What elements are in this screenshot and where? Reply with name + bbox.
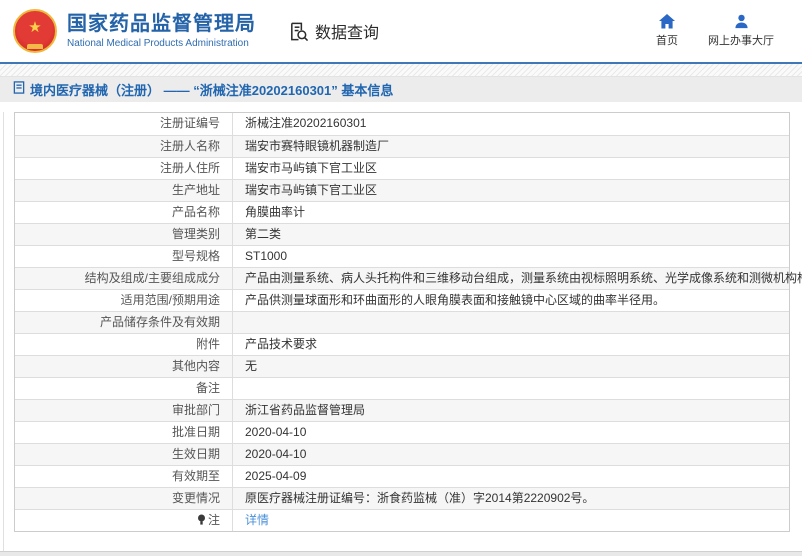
nav-home-label: 首页 (656, 35, 678, 47)
brand-subtitle: National Medical Products Administration (67, 38, 249, 49)
field-value: ST1000 (245, 249, 288, 263)
star-icon: ★ (28, 18, 42, 36)
nav-online-hall[interactable]: 网上办事大厅 (708, 14, 774, 48)
table-row: 备注 (15, 377, 789, 399)
table-row: 生效日期 2020-04-10 (15, 443, 789, 465)
field-value: 2025-04-09 (245, 469, 307, 483)
field-label: 产品名称 (15, 202, 233, 223)
person-icon (734, 14, 749, 29)
table-row: 变更情况 原医疗器械注册证编号：浙食药监械（准）字2014第2220902号。 (15, 487, 789, 509)
data-query-button[interactable]: 数据查询 (288, 19, 379, 43)
top-nav: 首页 网上办事大厅 (656, 14, 774, 48)
field-label: 生效日期 (15, 444, 233, 465)
field-label: 型号规格 (15, 246, 233, 267)
field-value: 瑞安市赛特眼镜机器制造厂 (245, 139, 390, 153)
field-value: 产品供测量球面形和环曲面形的人眼角膜表面和接触镜中心区域的曲率半径用。 (245, 293, 666, 307)
breadcrumb-bar: 境内医疗器械（注册） —— “浙械注准20202160301” 基本信息 (0, 77, 802, 102)
field-label: 管理类别 (15, 224, 233, 245)
field-label: 注册人名称 (15, 136, 233, 157)
document-icon (13, 80, 25, 99)
table-row: 适用范围/预期用途 产品供测量球面形和环曲面形的人眼角膜表面和接触镜中心区域的曲… (15, 289, 789, 311)
field-value: 2020-04-10 (245, 425, 307, 439)
field-value (233, 312, 789, 333)
table-row: 其他内容 无 (15, 355, 789, 377)
table-row: 审批部门 浙江省药品监督管理局 (15, 399, 789, 421)
field-label: 有效期至 (15, 466, 233, 487)
nav-online-hall-label: 网上办事大厅 (708, 35, 774, 47)
data-query-label: 数据查询 (315, 25, 380, 42)
field-label: 注 (15, 510, 233, 531)
table-row: 注册证编号 浙械注准20202160301 (15, 113, 789, 135)
field-label: 其他内容 (15, 356, 233, 377)
field-label: 审批部门 (15, 400, 233, 421)
table-row: 注 详情 (15, 509, 789, 531)
table-row: 有效期至 2025-04-09 (15, 465, 789, 487)
table-row: 批准日期 2020-04-10 (15, 421, 789, 443)
field-label: 生产地址 (15, 180, 233, 201)
table-row: 结构及组成/主要组成成分 产品由测量系统、病人头托构件和三维移动台组成，测量系统… (15, 267, 802, 289)
table-row: 注册人名称 瑞安市赛特眼镜机器制造厂 (15, 135, 789, 157)
note-bulb-icon (197, 512, 206, 533)
field-value: 无 (245, 359, 258, 373)
header-stripe-band (0, 64, 802, 77)
footer-strip (0, 551, 802, 556)
field-label: 注册证编号 (15, 113, 233, 135)
table-row: 生产地址 瑞安市马屿镇下官工业区 (15, 179, 789, 201)
table-row: 附件 产品技术要求 (15, 333, 789, 355)
field-value: 瑞安市马屿镇下官工业区 (245, 183, 378, 197)
field-value: 瑞安市马屿镇下官工业区 (245, 161, 378, 175)
field-value: 原医疗器械注册证编号：浙食药监械（准）字2014第2220902号。 (245, 491, 595, 505)
field-label: 备注 (15, 378, 233, 399)
nav-home[interactable]: 首页 (656, 14, 678, 48)
brand-title: 国家药品监督管理局 (67, 13, 256, 35)
field-value: 浙江省药品监督管理局 (245, 403, 366, 417)
field-label: 批准日期 (15, 422, 233, 443)
field-value: 2020-04-10 (245, 447, 307, 461)
field-value: 第二类 (245, 227, 282, 241)
field-value: 浙械注准20202160301 (245, 116, 367, 130)
details-link[interactable]: 详情 (245, 513, 269, 527)
field-label: 适用范围/预期用途 (15, 290, 233, 311)
field-label-text: 注 (207, 513, 220, 527)
field-value: 产品由测量系统、病人头托构件和三维移动台组成，测量系统由视标照明系统、光学成像系… (245, 271, 802, 285)
table-row: 型号规格 ST1000 (15, 245, 789, 267)
home-icon (659, 14, 675, 29)
table-row: 产品名称 角膜曲率计 (15, 201, 789, 223)
field-value: 角膜曲率计 (245, 205, 306, 219)
table-row: 管理类别 第二类 (15, 223, 789, 245)
site-header: ★ 国家药品监督管理局 National Medical Products Ad… (0, 0, 802, 62)
table-row: 注册人住所 瑞安市马屿镇下官工业区 (15, 157, 789, 179)
field-value (233, 378, 789, 399)
registration-info-table: 注册证编号 浙械注准20202160301 注册人名称 瑞安市赛特眼镜机器制造厂… (14, 112, 802, 532)
field-value: 产品技术要求 (245, 337, 318, 351)
document-search-icon (288, 21, 309, 42)
field-label: 注册人住所 (15, 158, 233, 179)
field-label: 产品储存条件及有效期 (15, 312, 233, 333)
page-content: 注册证编号 浙械注准20202160301 注册人名称 瑞安市赛特眼镜机器制造厂… (3, 112, 802, 556)
table-row: 产品储存条件及有效期 (15, 311, 789, 333)
field-label: 变更情况 (15, 488, 233, 509)
field-value: 详情 (233, 510, 789, 531)
page-title: 境内医疗器械（注册） —— “浙械注准20202160301” 基本信息 (30, 83, 394, 98)
national-emblem-logo: ★ (13, 9, 57, 53)
brand-text: 国家药品监督管理局 National Medical Products Admi… (67, 13, 256, 49)
field-label: 附件 (15, 334, 233, 355)
field-label: 结构及组成/主要组成成分 (15, 268, 233, 289)
